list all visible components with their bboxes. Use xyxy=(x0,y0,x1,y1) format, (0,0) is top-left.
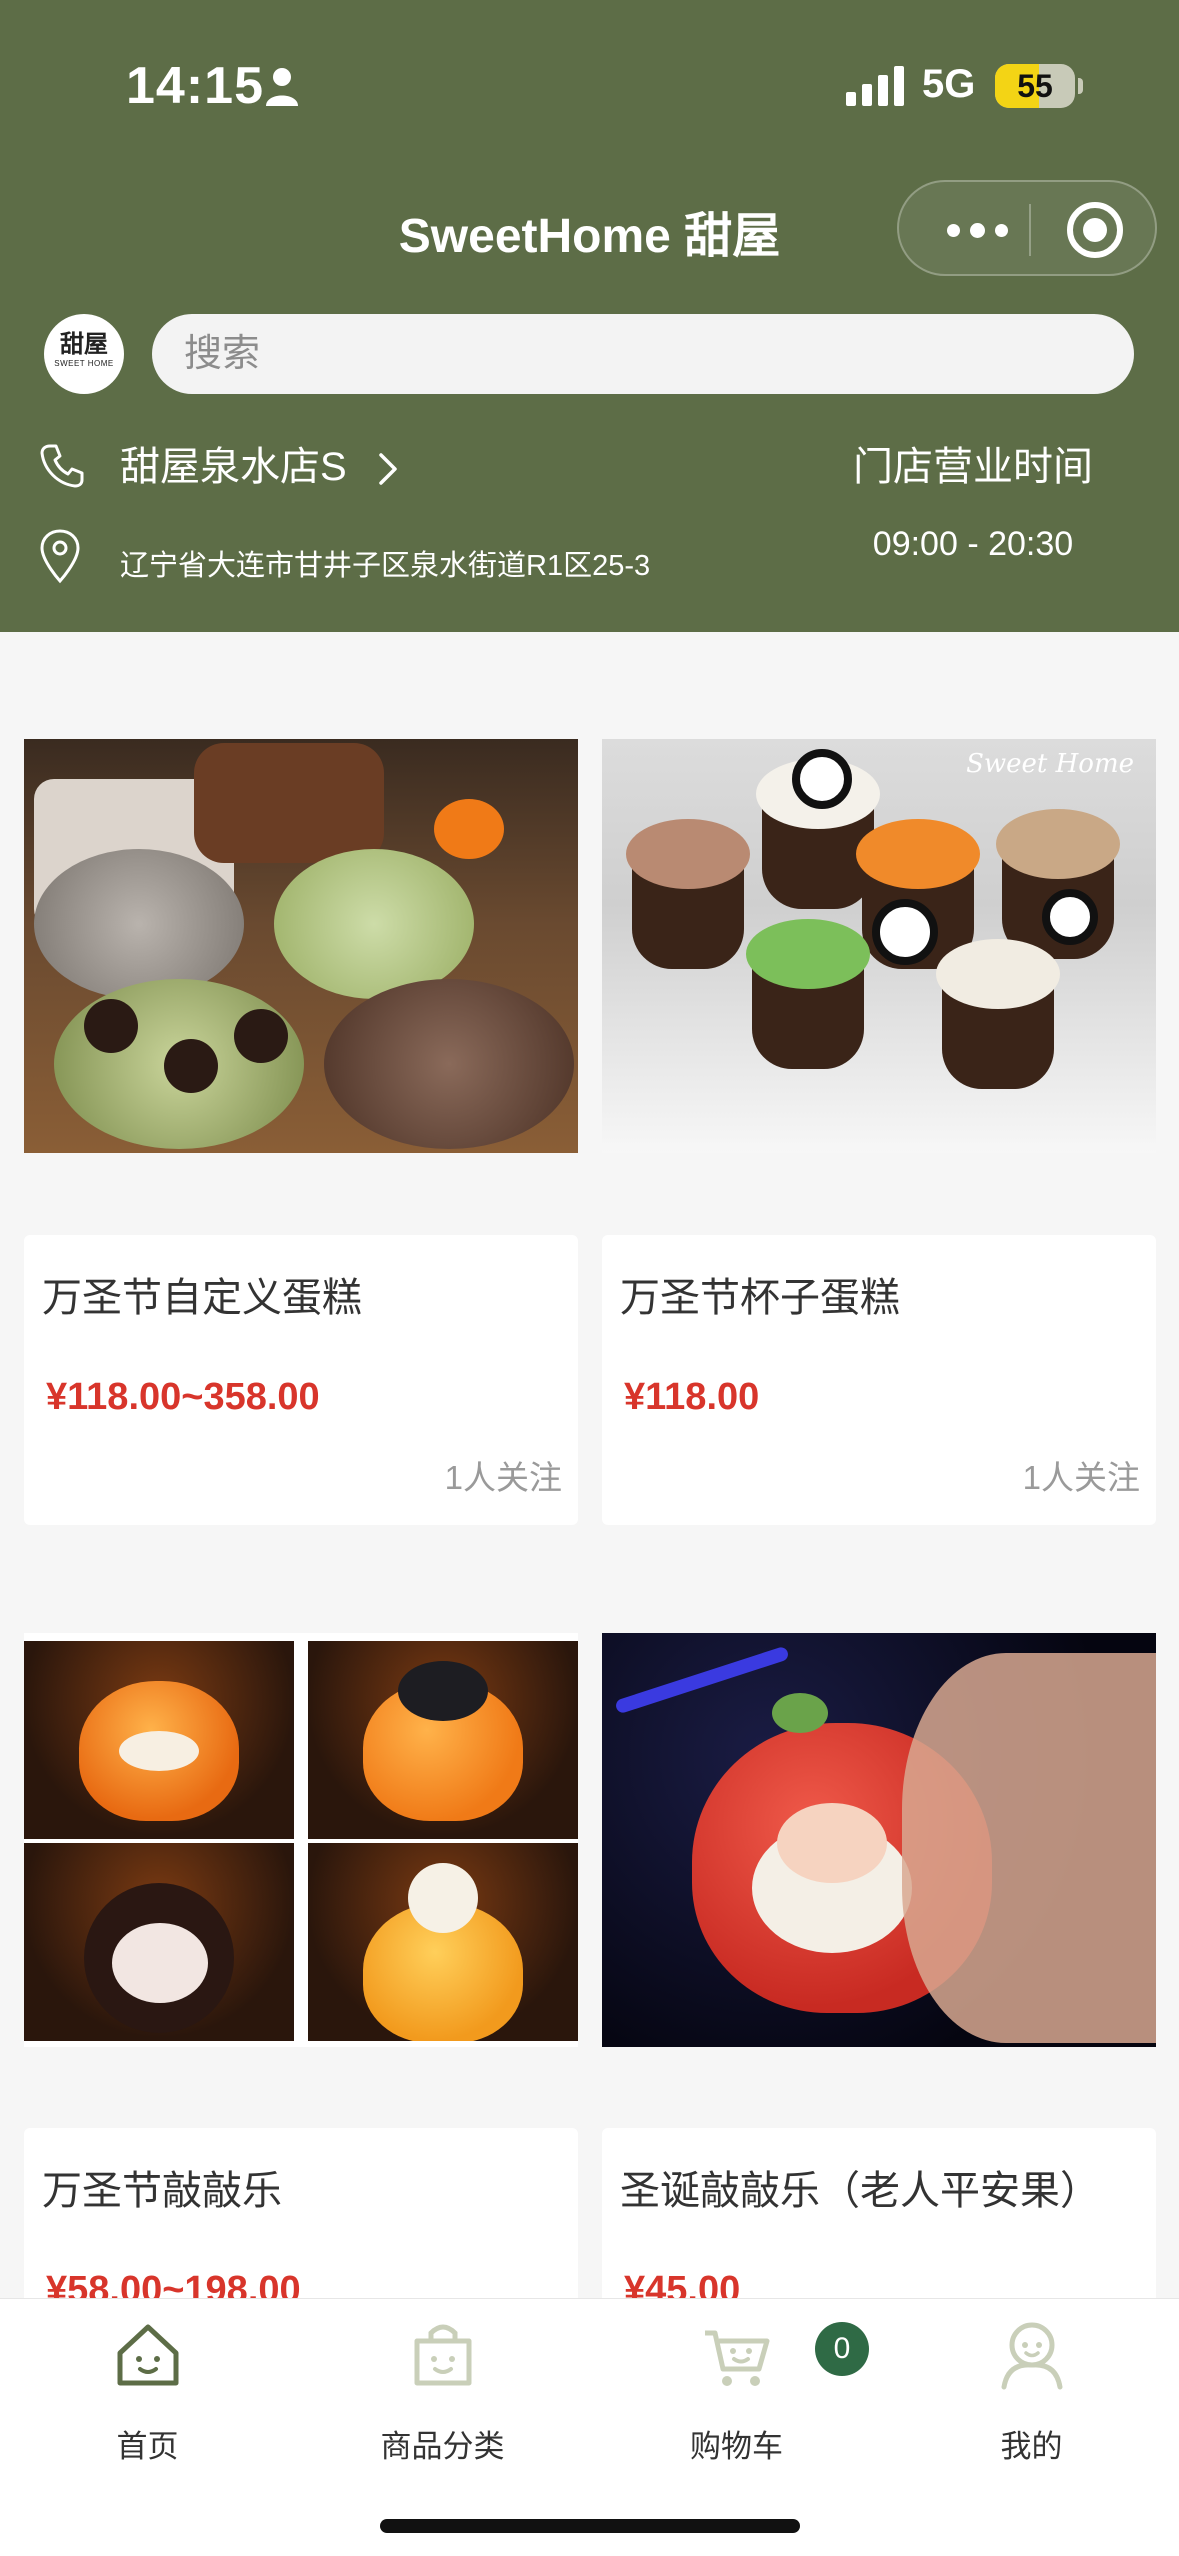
product-image-halloween-knock-cakes[interactable] xyxy=(24,1633,578,2047)
profile-icon xyxy=(1001,2322,1063,2390)
network-type: 5G xyxy=(922,62,976,106)
logo-text: 甜屋 xyxy=(60,331,108,358)
battery-icon: 55 xyxy=(995,64,1075,108)
image-tile xyxy=(308,1641,578,1839)
store-name[interactable]: 甜屋泉水店S xyxy=(120,442,347,492)
status-time: 14:15 xyxy=(126,57,264,115)
signal-icon xyxy=(846,66,904,106)
tab-home[interactable]: 首页 xyxy=(0,2299,295,2499)
product-followers: 1人关注 xyxy=(1022,1459,1140,1496)
close-miniapp-icon[interactable] xyxy=(1067,202,1123,258)
product-card[interactable]: 万圣节杯子蛋糕 ¥118.00 1人关注 xyxy=(602,1235,1156,1525)
tab-label: 购物车 xyxy=(690,2429,783,2464)
cart-icon xyxy=(705,2330,770,2386)
image-tile xyxy=(24,1843,294,2041)
product-name[interactable]: 万圣节敲敲乐 xyxy=(42,2166,282,2216)
product-name[interactable]: 万圣节自定义蛋糕 xyxy=(42,1273,362,1323)
search-placeholder: 搜索 xyxy=(184,333,261,375)
search-input[interactable]: 搜索 xyxy=(152,314,1134,394)
product-card[interactable]: 万圣节自定义蛋糕 ¥118.00~358.00 1人关注 xyxy=(24,1235,578,1525)
battery-tip xyxy=(1078,78,1083,94)
chevron-right-icon[interactable] xyxy=(376,452,400,486)
home-indicator[interactable] xyxy=(380,2519,800,2533)
product-image-christmas-apple[interactable] xyxy=(602,1633,1156,2047)
phone-icon[interactable] xyxy=(38,442,86,490)
product-image-halloween-cupcakes[interactable]: Sweet Home xyxy=(602,739,1156,1153)
image-watermark: Sweet Home xyxy=(966,749,1134,779)
product-name[interactable]: 万圣节杯子蛋糕 xyxy=(620,1273,900,1323)
tab-label: 我的 xyxy=(1000,2429,1063,2464)
product-price: ¥118.00 xyxy=(624,1376,760,1418)
product-name[interactable]: 圣诞敲敲乐（老人平安果） xyxy=(620,2166,1100,2216)
battery-percent: 55 xyxy=(1017,68,1053,104)
shopping-bag-icon xyxy=(414,2324,472,2386)
cart-count-badge: 0 xyxy=(815,2322,869,2376)
tab-bar: 首页 商品分类 购物车 我的 xyxy=(0,2298,1179,2556)
more-icon[interactable] xyxy=(937,212,1017,248)
product-followers: 1人关注 xyxy=(444,1459,562,1496)
location-pin-icon xyxy=(40,529,80,584)
image-tile xyxy=(24,1641,294,1839)
opening-hours: 09:00 - 20:30 xyxy=(872,525,1074,563)
product-price: ¥118.00~358.00 xyxy=(46,1376,320,1418)
store-address: 辽宁省大连市甘井子区泉水街道R1区25-3 xyxy=(120,550,651,582)
store-logo: 甜屋 SWEET HOME xyxy=(44,314,124,394)
capsule-divider xyxy=(1029,204,1031,256)
tab-profile[interactable]: 我的 xyxy=(884,2299,1179,2499)
header: 14:15 5G 55 SweetHome 甜屋 甜屋 SWEET HOME 搜… xyxy=(0,0,1179,632)
tab-categories[interactable]: 商品分类 xyxy=(295,2299,590,2499)
product-image-halloween-cakes[interactable] xyxy=(24,739,578,1153)
tab-label: 商品分类 xyxy=(380,2429,505,2464)
hours-label: 门店营业时间 xyxy=(853,445,1093,489)
miniapp-capsule xyxy=(897,180,1157,276)
logo-subtext: SWEET HOME xyxy=(54,359,114,368)
home-icon xyxy=(117,2324,179,2386)
image-tile xyxy=(308,1843,578,2041)
person-icon xyxy=(266,68,298,106)
tab-label: 首页 xyxy=(116,2429,179,2464)
